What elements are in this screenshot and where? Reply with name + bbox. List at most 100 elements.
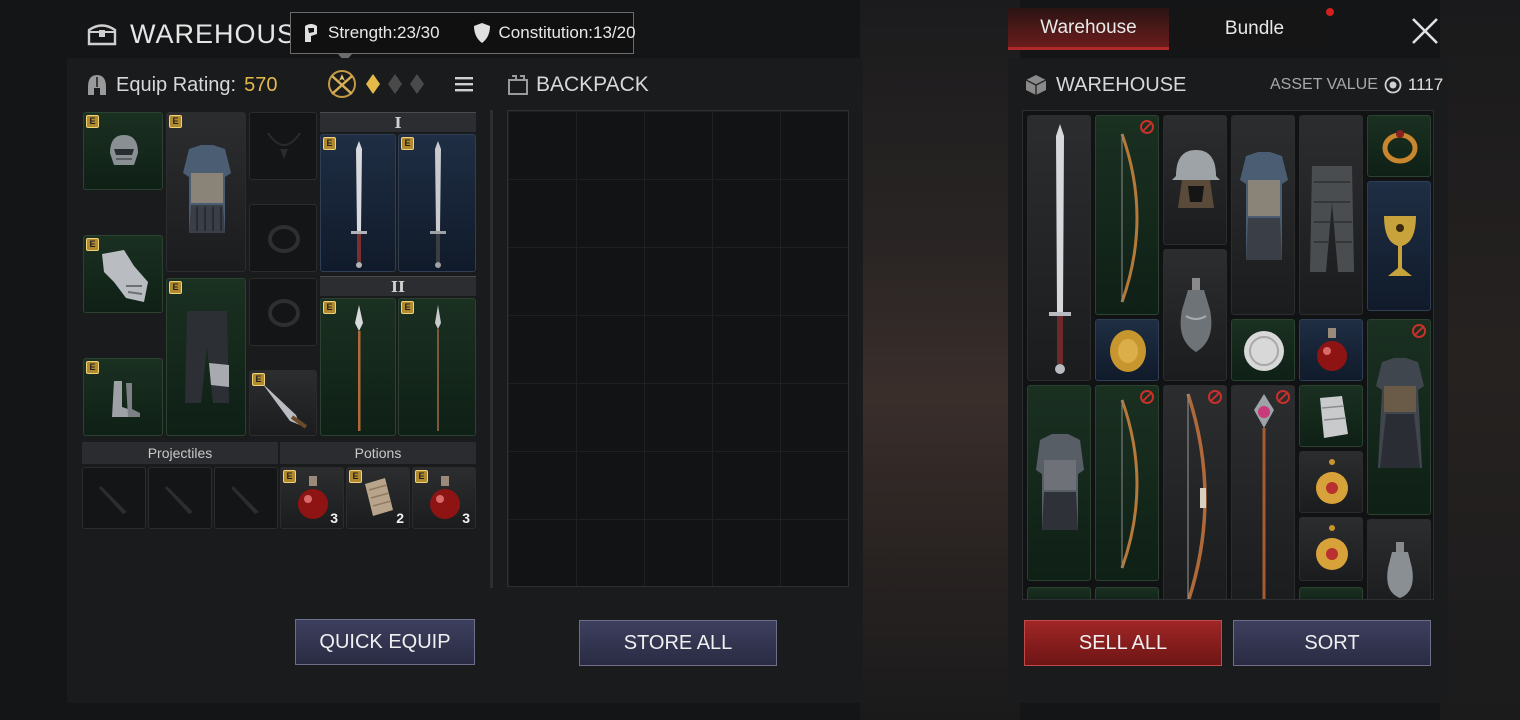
weapon-set-1-off[interactable]: E [398, 134, 476, 272]
projectile-slot-2[interactable] [148, 467, 212, 529]
unusable-icon [1276, 390, 1290, 404]
pants-item-icon [185, 311, 229, 403]
ring-slot-2[interactable] [249, 278, 317, 346]
sell-all-button[interactable]: SELL ALL [1024, 620, 1222, 666]
cube-icon [1024, 73, 1048, 97]
strength-icon [301, 22, 321, 44]
warehouse-item-pants[interactable] [1299, 115, 1363, 315]
warehouse-header: WAREHOUSE [1024, 70, 1186, 100]
bow-item-icon [1120, 399, 1139, 569]
weapon-set-2-header: II [320, 276, 476, 296]
projectiles-header: Projectiles [82, 442, 278, 464]
throwing-knife-placeholder-icon [99, 486, 127, 514]
head-slot[interactable]: E [83, 112, 163, 190]
health-potion-icon [430, 476, 460, 519]
warehouse-item-goblet[interactable] [1367, 181, 1431, 311]
potion-slot-1[interactable]: E 3 [280, 467, 344, 529]
mace-staff-item-icon [1254, 394, 1274, 599]
coin-icon [1384, 76, 1402, 94]
store-all-button[interactable]: STORE ALL [579, 620, 777, 666]
tab-warehouse[interactable]: Warehouse [1008, 8, 1169, 50]
flask-item-icon [1387, 542, 1413, 598]
asset-label: ASSET VALUE [1270, 76, 1378, 93]
warehouse-item-bow-1[interactable] [1095, 115, 1159, 315]
crest-icon [326, 68, 358, 100]
tab-bundle[interactable]: Bundle [1173, 8, 1336, 50]
panel-divider [490, 110, 493, 588]
warehouse-item-bracer[interactable] [1299, 385, 1363, 447]
warehouse-item-bow-2[interactable] [1095, 385, 1159, 581]
constitution-stat: Constitution:13/20 [472, 22, 636, 44]
warehouse-item-longbow[interactable] [1163, 385, 1227, 599]
warehouse-item-amulet-1[interactable] [1299, 451, 1363, 513]
warehouse-item-flask-1[interactable] [1163, 249, 1227, 381]
health-potion-icon [298, 476, 328, 519]
asset-value: ASSET VALUE 1117 [1270, 72, 1443, 98]
warehouse-item-longsword[interactable] [1027, 115, 1091, 381]
warehouse-item-armor-1[interactable] [1027, 385, 1091, 581]
weapon-set-2-main[interactable]: E [320, 298, 396, 436]
sort-button[interactable]: SORT [1233, 620, 1431, 666]
feet-slot[interactable]: E [83, 358, 163, 436]
utility-slot[interactable]: E [249, 370, 317, 436]
menu-icon[interactable] [454, 74, 474, 94]
gold-ring-item-icon [1382, 130, 1418, 164]
round-shield-item-icon [1110, 330, 1146, 372]
strength-stat: Strength:23/30 [301, 22, 440, 44]
warehouse-item-staff[interactable] [1231, 385, 1295, 599]
warehouse-item-chest-armor[interactable] [1231, 115, 1295, 315]
goblet-item-icon [1384, 216, 1416, 276]
warehouse-item-coin[interactable] [1231, 319, 1295, 381]
constitution-text: Constitution:13/20 [498, 23, 636, 42]
attribute-box: Strength:23/30 Constitution:13/20 [290, 12, 636, 54]
strength-text: Strength:23/30 [328, 23, 440, 42]
silver-coin-item-icon [1244, 331, 1284, 371]
chest-slot[interactable]: E [166, 112, 246, 272]
ring-slot-1[interactable] [249, 204, 317, 272]
potion-slot-3[interactable]: E 3 [412, 467, 476, 529]
backpack-header: BACKPACK [506, 70, 649, 100]
gold-amulet-item-icon [1316, 525, 1348, 570]
warehouse-item-shield[interactable] [1095, 319, 1159, 381]
warehouse-item-flask-2[interactable] [1367, 519, 1431, 599]
equip-rating-label: Equip Rating: [116, 73, 237, 96]
rank-diamond-empty-icon [410, 74, 424, 94]
warehouse-item-partial[interactable] [1299, 587, 1363, 599]
rank-indicator [326, 68, 424, 100]
bow-item-icon [1120, 133, 1139, 303]
potions-header: Potions [280, 442, 476, 464]
chest-icon [86, 21, 118, 47]
warehouse-item-potion[interactable] [1299, 319, 1363, 381]
warehouse-item-helmet[interactable] [1163, 115, 1227, 245]
backpack-icon [506, 74, 530, 96]
chain-pants-item-icon [1310, 166, 1354, 272]
projectile-slot-3[interactable] [214, 467, 278, 529]
quick-equip-button[interactable]: QUICK EQUIP [295, 619, 475, 665]
warehouse-item-armor-2[interactable] [1367, 319, 1431, 515]
warehouse-item-amulet-2[interactable] [1299, 517, 1363, 581]
warehouse-item-partial[interactable] [1027, 587, 1091, 599]
chest-armor-item-icon [1240, 152, 1288, 260]
backpack-grid[interactable] [507, 110, 849, 587]
close-icon[interactable] [1410, 16, 1440, 46]
potion-slot-2[interactable]: E 2 [346, 467, 410, 529]
weapon-set-1-header: I [320, 112, 476, 132]
rank-diamond-empty-icon [388, 74, 402, 94]
boots-item-icon [112, 381, 140, 417]
kettle-helm-item-icon [1172, 150, 1220, 208]
warehouse-item-partial[interactable] [1095, 587, 1159, 599]
necklace-placeholder-icon [267, 132, 301, 159]
asset-number: 1117 [1407, 75, 1444, 94]
spear-item-icon [355, 305, 363, 431]
weapon-set-2-off[interactable]: E [398, 298, 476, 436]
weapon-set-1-main[interactable]: E [320, 134, 396, 272]
throwing-knife-placeholder-icon [165, 486, 193, 514]
flask-item-icon [1180, 278, 1212, 352]
hands-slot[interactable]: E [83, 235, 163, 313]
robe-armor-item-icon [1376, 358, 1424, 468]
projectile-slot-1[interactable] [82, 467, 146, 529]
warehouse-item-ring[interactable] [1367, 115, 1431, 177]
legs-slot[interactable]: E [166, 278, 246, 436]
necklace-slot[interactable] [249, 112, 317, 180]
warehouse-grid[interactable] [1022, 110, 1434, 600]
